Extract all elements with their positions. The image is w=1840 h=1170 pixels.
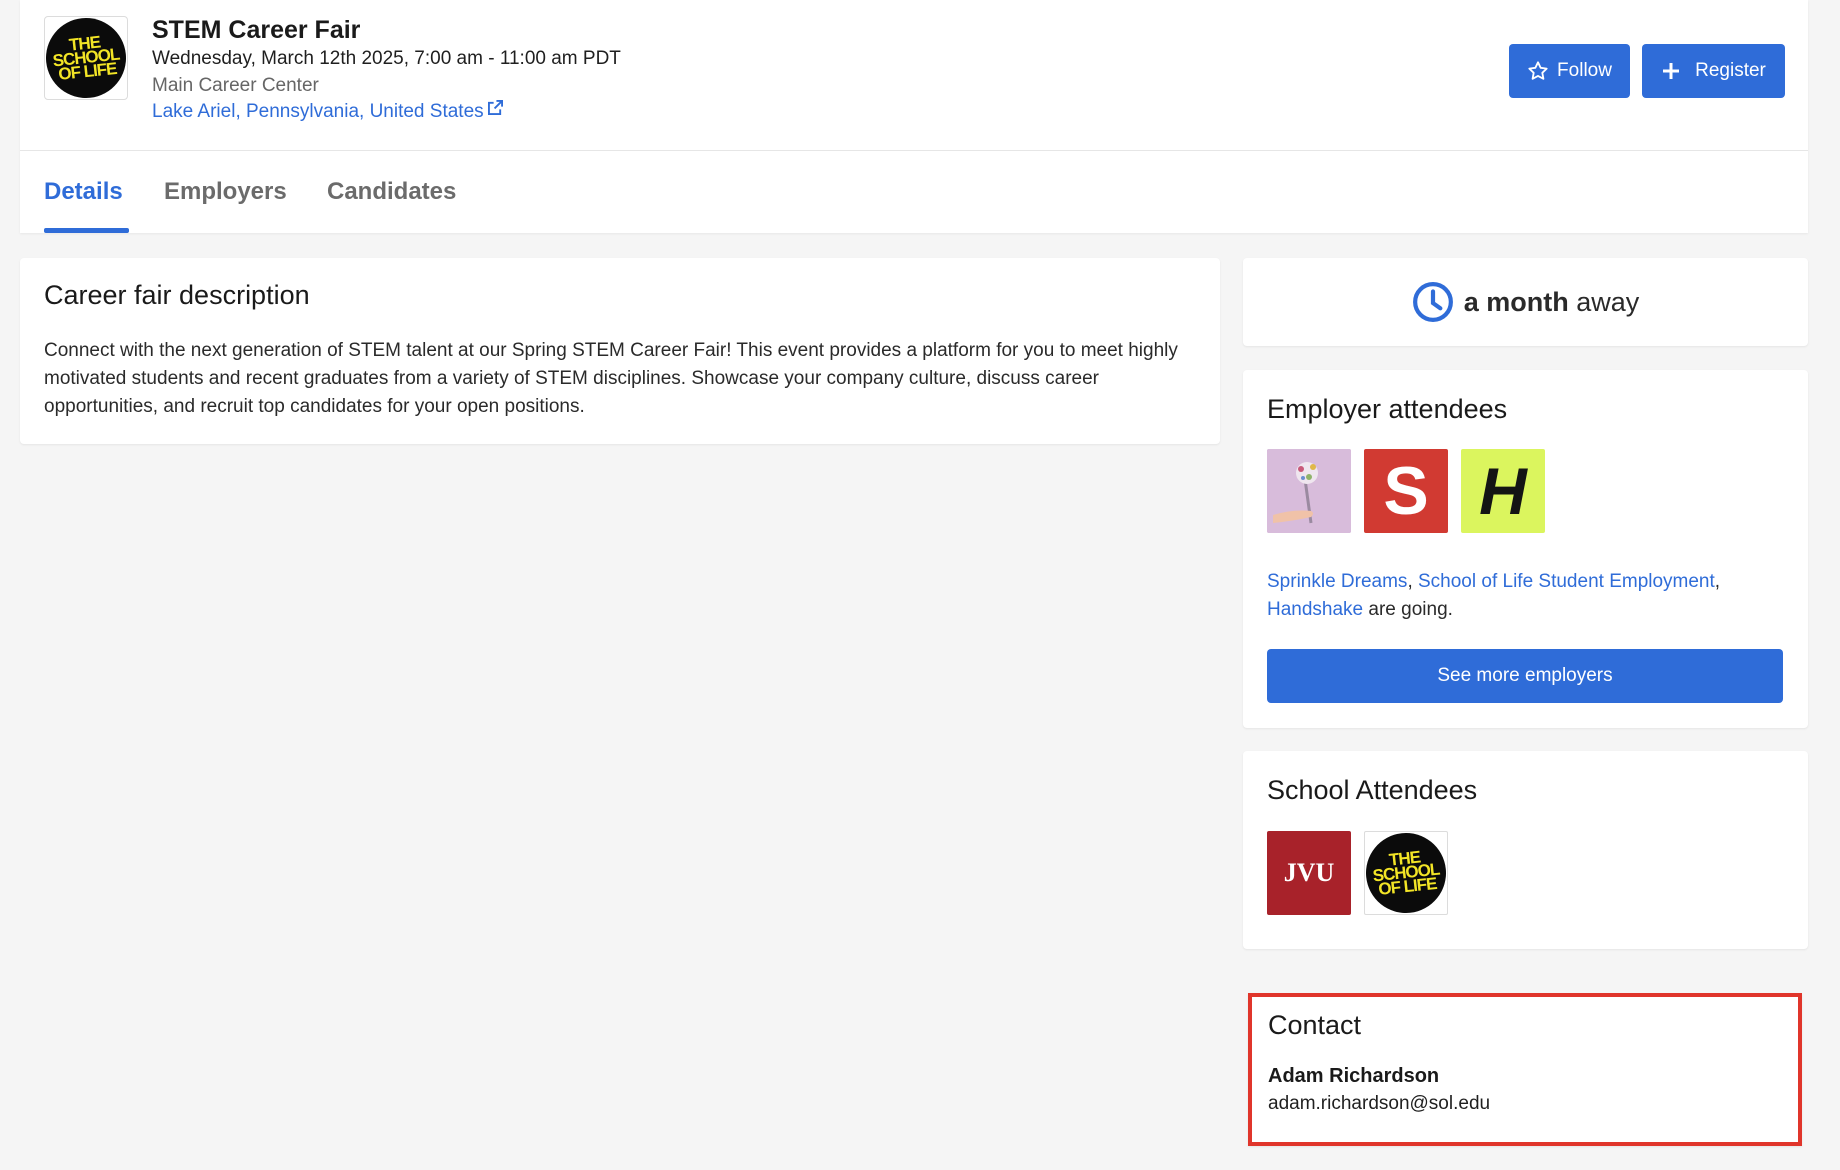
handshake-logo[interactable]: H xyxy=(1461,449,1545,533)
event-date: Wednesday, March 12th 2025, 7:00 am - 11… xyxy=(152,48,621,69)
event-header: THE SCHOOL OF LIFE STEM Career Fair Wedn… xyxy=(20,0,1808,233)
follow-label: Follow xyxy=(1557,60,1612,81)
employer-attendees-suffix: are going. xyxy=(1368,599,1453,620)
description-body: Connect with the next generation of STEM… xyxy=(44,340,1178,417)
tab-employers[interactable]: Employers xyxy=(164,178,287,206)
employer-link-handshake[interactable]: Handshake xyxy=(1267,599,1363,620)
clock-icon xyxy=(1412,282,1453,322)
plus-icon xyxy=(1663,63,1680,79)
event-location-link[interactable]: Lake Ariel, Pennsylvania, United States xyxy=(152,100,503,123)
description-card: Career fair description Connect with the… xyxy=(20,258,1220,444)
school-of-life-employment-logo[interactable]: S xyxy=(1364,449,1448,533)
star-icon xyxy=(1528,61,1548,80)
employer-attendees-card: Employer attendees S H Sprinkle Dreams, … xyxy=(1243,370,1808,728)
logo-text-line: OF LIFE xyxy=(1377,873,1438,899)
countdown-card: a month away xyxy=(1243,258,1808,346)
school-of-life-logo: THE SCHOOL OF LIFE xyxy=(42,14,130,102)
tabs-divider xyxy=(20,150,1808,151)
contact-card: Contact Adam Richardson adam.richardson@… xyxy=(1248,993,1802,1146)
employer-link-sprinkle-dreams[interactable]: Sprinkle Dreams xyxy=(1267,571,1407,592)
employer-attendees-title: Employer attendees xyxy=(1267,394,1508,424)
employer-attendees-summary: Sprinkle Dreams, School of Life Student … xyxy=(1267,571,1721,620)
bouquet-image xyxy=(1267,449,1351,533)
event-logo: THE SCHOOL OF LIFE xyxy=(42,14,130,102)
countdown-text: a month away xyxy=(1464,287,1640,318)
register-label: Register xyxy=(1695,60,1766,81)
external-link-icon xyxy=(487,100,503,115)
active-tab-indicator xyxy=(44,228,129,233)
event-venue: Main Career Center xyxy=(152,75,319,96)
event-location-text: Lake Ariel, Pennsylvania, United States xyxy=(152,101,484,122)
school-of-life-school-logo[interactable]: THE SCHOOL OF LIFE xyxy=(1364,831,1448,915)
contact-email[interactable]: adam.richardson@sol.edu xyxy=(1268,1093,1490,1115)
tab-candidates[interactable]: Candidates xyxy=(327,178,456,206)
jvu-logo[interactable]: JVU xyxy=(1267,831,1351,915)
countdown-rest: away xyxy=(1576,286,1640,317)
logo-text-line: OF LIFE xyxy=(57,58,118,84)
event-title: STEM Career Fair xyxy=(152,16,361,44)
countdown-strong: a month xyxy=(1463,286,1569,317)
description-title: Career fair description xyxy=(44,280,310,310)
register-button[interactable]: Register xyxy=(1642,44,1785,98)
sprinkle-dreams-logo[interactable] xyxy=(1267,449,1351,533)
tab-details[interactable]: Details xyxy=(44,178,123,206)
employer-link-school-of-life[interactable]: School of Life Student Employment xyxy=(1418,571,1715,592)
school-of-life-circle: THE SCHOOL OF LIFE xyxy=(1365,832,1447,914)
follow-button[interactable]: Follow xyxy=(1509,44,1630,98)
school-attendees-title: School Attendees xyxy=(1267,775,1478,805)
school-attendees-card: School Attendees JVU THE SCHOOL OF LIFE xyxy=(1243,751,1808,949)
contact-title: Contact xyxy=(1268,1010,1362,1040)
contact-name: Adam Richardson xyxy=(1268,1065,1440,1087)
see-more-employers-button[interactable]: See more employers xyxy=(1267,649,1783,703)
